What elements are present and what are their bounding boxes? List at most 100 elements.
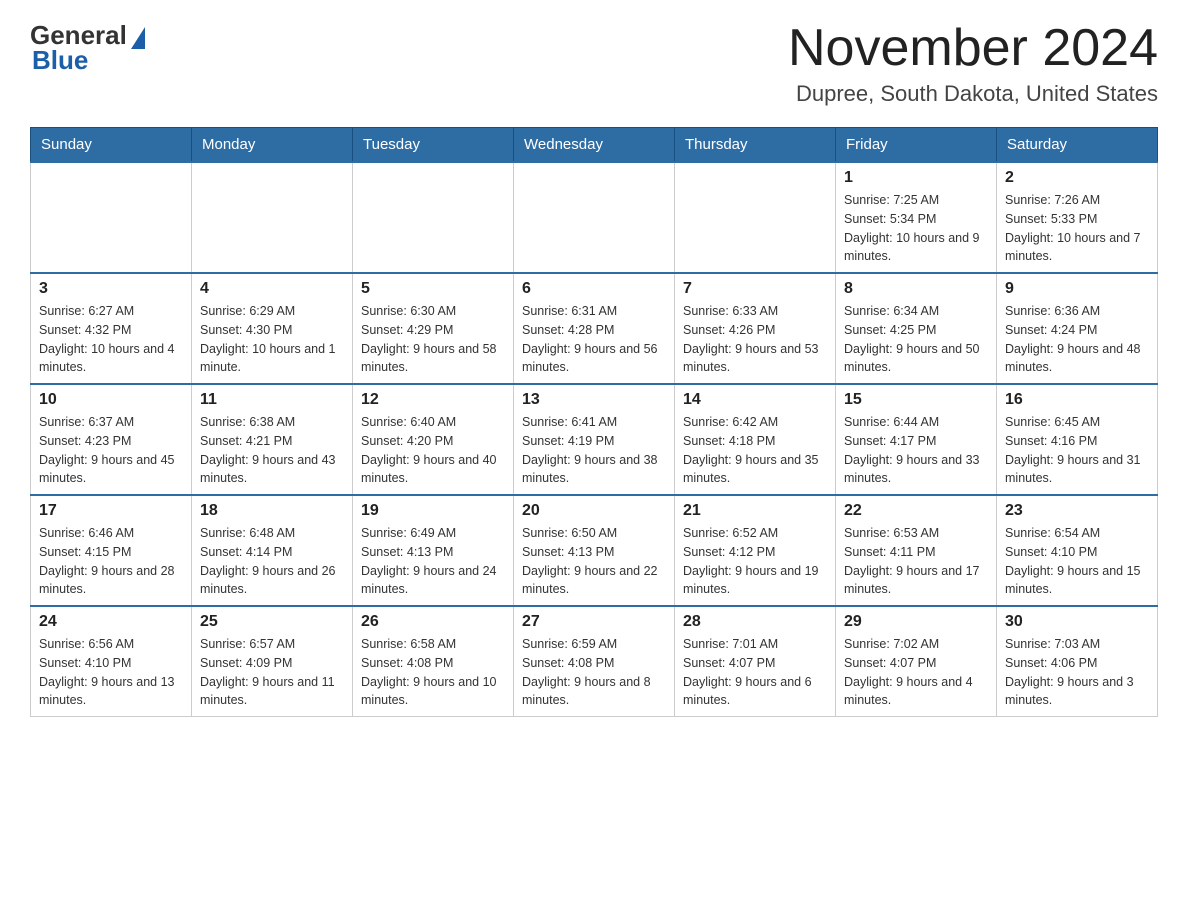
calendar-cell: 23 Sunrise: 6:54 AM Sunset: 4:10 PM Dayli… xyxy=(997,495,1158,606)
day-info: Sunrise: 6:41 AM Sunset: 4:19 PM Dayligh… xyxy=(522,413,666,488)
day-number: 1 xyxy=(844,169,988,187)
calendar-cell: 26 Sunrise: 6:58 AM Sunset: 4:08 PM Dayli… xyxy=(353,606,514,717)
day-number: 10 xyxy=(39,391,183,409)
day-info: Sunrise: 6:58 AM Sunset: 4:08 PM Dayligh… xyxy=(361,635,505,710)
day-info: Sunrise: 6:45 AM Sunset: 4:16 PM Dayligh… xyxy=(1005,413,1149,488)
title-area: November 2024 Dupree, South Dakota, Unit… xyxy=(788,20,1158,107)
day-number: 21 xyxy=(683,502,827,520)
calendar-cell: 18 Sunrise: 6:48 AM Sunset: 4:14 PM Dayli… xyxy=(192,495,353,606)
calendar-cell: 5 Sunrise: 6:30 AM Sunset: 4:29 PM Daylig… xyxy=(353,273,514,384)
day-number: 8 xyxy=(844,280,988,298)
day-number: 23 xyxy=(1005,502,1149,520)
logo: General Blue xyxy=(30,20,145,76)
calendar-header-wednesday: Wednesday xyxy=(514,128,675,163)
calendar-cell xyxy=(675,162,836,273)
logo-blue-text: Blue xyxy=(32,45,88,76)
day-number: 3 xyxy=(39,280,183,298)
calendar-cell xyxy=(514,162,675,273)
week-row-4: 17Sunrise: 6:46 AM Sunset: 4:15 PM Dayli… xyxy=(31,495,1158,606)
calendar-cell: 22 Sunrise: 6:53 AM Sunset: 4:11 PM Dayli… xyxy=(836,495,997,606)
calendar-header-thursday: Thursday xyxy=(675,128,836,163)
day-info: Sunrise: 7:01 AM Sunset: 4:07 PM Dayligh… xyxy=(683,635,827,710)
page-header: General Blue November 2024 Dupree, South… xyxy=(30,20,1158,107)
calendar-header-monday: Monday xyxy=(192,128,353,163)
day-info: Sunrise: 6:59 AM Sunset: 4:08 PM Dayligh… xyxy=(522,635,666,710)
day-info: Sunrise: 6:54 AM Sunset: 4:10 PM Dayligh… xyxy=(1005,524,1149,599)
calendar-cell: 17Sunrise: 6:46 AM Sunset: 4:15 PM Dayli… xyxy=(31,495,192,606)
day-info: Sunrise: 6:37 AM Sunset: 4:23 PM Dayligh… xyxy=(39,413,183,488)
calendar-cell: 16Sunrise: 6:45 AM Sunset: 4:16 PM Dayli… xyxy=(997,384,1158,495)
day-number: 7 xyxy=(683,280,827,298)
day-number: 5 xyxy=(361,280,505,298)
day-number: 28 xyxy=(683,613,827,631)
calendar-cell: 19Sunrise: 6:49 AM Sunset: 4:13 PM Dayli… xyxy=(353,495,514,606)
calendar-cell: 4 Sunrise: 6:29 AM Sunset: 4:30 PM Daylig… xyxy=(192,273,353,384)
day-number: 6 xyxy=(522,280,666,298)
day-number: 13 xyxy=(522,391,666,409)
calendar-cell: 13 Sunrise: 6:41 AM Sunset: 4:19 PM Dayli… xyxy=(514,384,675,495)
logo-triangle-icon xyxy=(131,27,145,49)
calendar-header-tuesday: Tuesday xyxy=(353,128,514,163)
calendar-cell: 29 Sunrise: 7:02 AM Sunset: 4:07 PM Dayli… xyxy=(836,606,997,717)
day-number: 11 xyxy=(200,391,344,409)
day-number: 26 xyxy=(361,613,505,631)
day-info: Sunrise: 6:29 AM Sunset: 4:30 PM Dayligh… xyxy=(200,302,344,377)
day-number: 24 xyxy=(39,613,183,631)
day-number: 25 xyxy=(200,613,344,631)
calendar-cell: 2 Sunrise: 7:26 AM Sunset: 5:33 PM Daylig… xyxy=(997,162,1158,273)
page-title: November 2024 xyxy=(788,20,1158,77)
week-row-3: 10 Sunrise: 6:37 AM Sunset: 4:23 PM Dayli… xyxy=(31,384,1158,495)
calendar-header-sunday: Sunday xyxy=(31,128,192,163)
day-info: Sunrise: 6:38 AM Sunset: 4:21 PM Dayligh… xyxy=(200,413,344,488)
calendar-header-row: SundayMondayTuesdayWednesdayThursdayFrid… xyxy=(31,128,1158,163)
week-row-1: 1 Sunrise: 7:25 AM Sunset: 5:34 PM Daylig… xyxy=(31,162,1158,273)
day-number: 9 xyxy=(1005,280,1149,298)
calendar-cell: 9 Sunrise: 6:36 AM Sunset: 4:24 PM Daylig… xyxy=(997,273,1158,384)
day-info: Sunrise: 6:36 AM Sunset: 4:24 PM Dayligh… xyxy=(1005,302,1149,377)
calendar-cell: 1 Sunrise: 7:25 AM Sunset: 5:34 PM Daylig… xyxy=(836,162,997,273)
day-info: Sunrise: 7:03 AM Sunset: 4:06 PM Dayligh… xyxy=(1005,635,1149,710)
day-info: Sunrise: 6:31 AM Sunset: 4:28 PM Dayligh… xyxy=(522,302,666,377)
day-number: 29 xyxy=(844,613,988,631)
day-info: Sunrise: 6:30 AM Sunset: 4:29 PM Dayligh… xyxy=(361,302,505,377)
day-number: 17 xyxy=(39,502,183,520)
day-info: Sunrise: 6:34 AM Sunset: 4:25 PM Dayligh… xyxy=(844,302,988,377)
day-info: Sunrise: 6:57 AM Sunset: 4:09 PM Dayligh… xyxy=(200,635,344,710)
day-number: 14 xyxy=(683,391,827,409)
calendar-cell: 3 Sunrise: 6:27 AM Sunset: 4:32 PM Daylig… xyxy=(31,273,192,384)
calendar-header-friday: Friday xyxy=(836,128,997,163)
calendar-cell: 25 Sunrise: 6:57 AM Sunset: 4:09 PM Dayli… xyxy=(192,606,353,717)
calendar-cell: 21 Sunrise: 6:52 AM Sunset: 4:12 PM Dayli… xyxy=(675,495,836,606)
day-info: Sunrise: 6:33 AM Sunset: 4:26 PM Dayligh… xyxy=(683,302,827,377)
calendar-cell: 15Sunrise: 6:44 AM Sunset: 4:17 PM Dayli… xyxy=(836,384,997,495)
calendar-cell: 14Sunrise: 6:42 AM Sunset: 4:18 PM Dayli… xyxy=(675,384,836,495)
day-info: Sunrise: 6:48 AM Sunset: 4:14 PM Dayligh… xyxy=(200,524,344,599)
calendar-cell: 12Sunrise: 6:40 AM Sunset: 4:20 PM Dayli… xyxy=(353,384,514,495)
day-info: Sunrise: 6:27 AM Sunset: 4:32 PM Dayligh… xyxy=(39,302,183,377)
day-info: Sunrise: 7:26 AM Sunset: 5:33 PM Dayligh… xyxy=(1005,191,1149,266)
calendar-cell: 27 Sunrise: 6:59 AM Sunset: 4:08 PM Dayli… xyxy=(514,606,675,717)
day-number: 22 xyxy=(844,502,988,520)
calendar-cell: 7 Sunrise: 6:33 AM Sunset: 4:26 PM Daylig… xyxy=(675,273,836,384)
calendar-cell: 11 Sunrise: 6:38 AM Sunset: 4:21 PM Dayli… xyxy=(192,384,353,495)
week-row-2: 3 Sunrise: 6:27 AM Sunset: 4:32 PM Daylig… xyxy=(31,273,1158,384)
day-info: Sunrise: 6:53 AM Sunset: 4:11 PM Dayligh… xyxy=(844,524,988,599)
day-number: 2 xyxy=(1005,169,1149,187)
calendar-cell xyxy=(31,162,192,273)
day-number: 15 xyxy=(844,391,988,409)
page-subtitle: Dupree, South Dakota, United States xyxy=(788,81,1158,107)
day-info: Sunrise: 6:52 AM Sunset: 4:12 PM Dayligh… xyxy=(683,524,827,599)
day-info: Sunrise: 7:02 AM Sunset: 4:07 PM Dayligh… xyxy=(844,635,988,710)
calendar-cell: 8 Sunrise: 6:34 AM Sunset: 4:25 PM Daylig… xyxy=(836,273,997,384)
calendar-cell: 28 Sunrise: 7:01 AM Sunset: 4:07 PM Dayli… xyxy=(675,606,836,717)
day-number: 12 xyxy=(361,391,505,409)
calendar-cell: 6 Sunrise: 6:31 AM Sunset: 4:28 PM Daylig… xyxy=(514,273,675,384)
day-info: Sunrise: 7:25 AM Sunset: 5:34 PM Dayligh… xyxy=(844,191,988,266)
calendar-header-saturday: Saturday xyxy=(997,128,1158,163)
day-number: 27 xyxy=(522,613,666,631)
day-number: 30 xyxy=(1005,613,1149,631)
day-number: 20 xyxy=(522,502,666,520)
calendar-cell: 24Sunrise: 6:56 AM Sunset: 4:10 PM Dayli… xyxy=(31,606,192,717)
day-number: 18 xyxy=(200,502,344,520)
day-number: 4 xyxy=(200,280,344,298)
